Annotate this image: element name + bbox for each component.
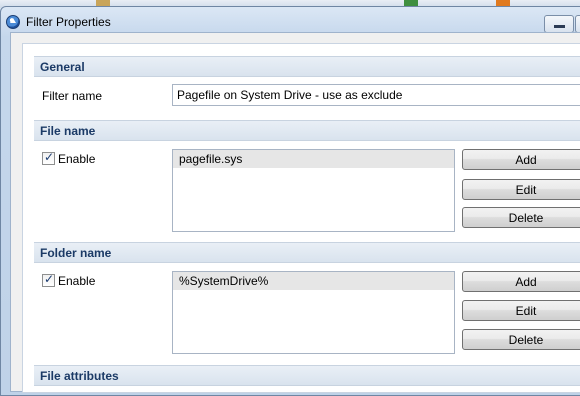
filter-name-field[interactable]: Pagefile on System Drive - use as exclud…: [172, 84, 580, 106]
list-item[interactable]: %SystemDrive%: [173, 272, 454, 290]
folder-name-delete-button[interactable]: Delete: [462, 329, 580, 350]
file-name-list[interactable]: pagefile.sys: [172, 149, 455, 232]
file-name-enable-checkbox[interactable]: [42, 150, 55, 165]
window-title: Filter Properties: [26, 15, 111, 29]
section-folder-name-header: Folder name: [34, 242, 580, 263]
file-name-add-button[interactable]: Add: [462, 149, 580, 170]
file-name-edit-button[interactable]: Edit: [462, 179, 580, 200]
folder-name-enable-label: Enable: [58, 274, 96, 288]
folder-name-enable-checkbox[interactable]: [42, 272, 55, 287]
file-name-delete-button[interactable]: Delete: [462, 207, 580, 228]
folder-name-list[interactable]: %SystemDrive%: [172, 271, 455, 354]
app-logo-icon: [6, 15, 20, 29]
list-item[interactable]: pagefile.sys: [173, 150, 454, 168]
minimize-button[interactable]: [544, 15, 574, 33]
section-file-attributes-header: File attributes: [34, 365, 580, 386]
folder-name-edit-button[interactable]: Edit: [462, 300, 580, 321]
section-file-name-header: File name: [34, 120, 580, 141]
maximize-button[interactable]: [575, 15, 580, 33]
filter-name-label: Filter name: [42, 89, 103, 103]
folder-name-add-button[interactable]: Add: [462, 271, 580, 292]
section-general-header: General: [34, 56, 580, 77]
file-name-enable-label: Enable: [58, 152, 96, 166]
